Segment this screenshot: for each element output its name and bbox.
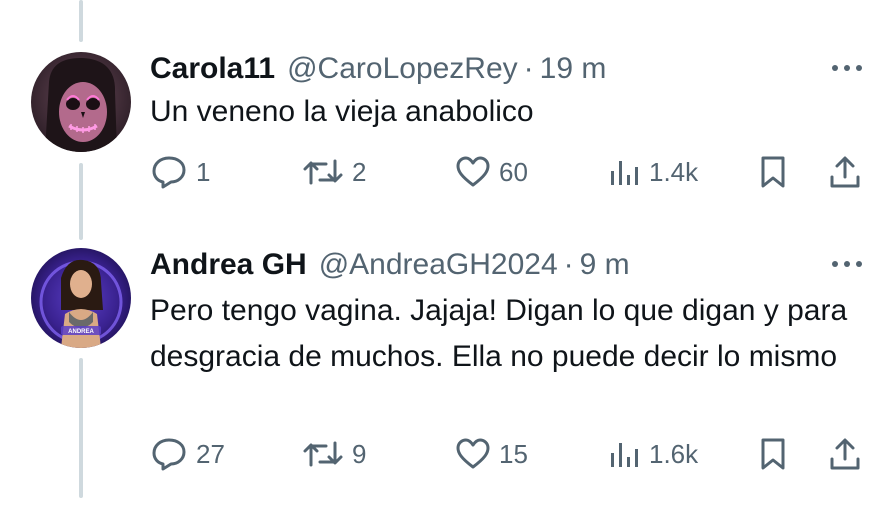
author-handle[interactable]: @AndreaGH2024 (319, 248, 558, 282)
tweet[interactable]: ANDREA Andrea GH @AndreaGH2024 · 9 m Per… (0, 0, 887, 507)
share-icon (830, 438, 860, 470)
views-count: 1.6k (649, 438, 699, 469)
author-name[interactable]: Andrea GH (150, 248, 307, 282)
like-button[interactable]: 15 (455, 432, 528, 476)
woman-portrait-avatar-icon: ANDREA (31, 248, 131, 348)
like-icon (456, 438, 490, 469)
views-button[interactable]: 1.6k (607, 432, 698, 476)
more-button[interactable] (827, 254, 867, 274)
avatar-caption: ANDREA (68, 329, 94, 335)
avatar[interactable]: ANDREA (31, 248, 131, 348)
bookmark-icon (761, 438, 785, 470)
tweet-text: Pero tengo vagina. Jajaja! Digan lo que … (150, 294, 848, 373)
retweet-button[interactable]: 9 (302, 432, 366, 476)
reply-count: 27 (196, 438, 225, 469)
more-icon (832, 261, 862, 267)
timestamp[interactable]: 9 m (580, 248, 630, 282)
share-button[interactable] (828, 432, 862, 476)
separator: · (563, 248, 574, 281)
bookmark-button[interactable] (758, 432, 788, 476)
reply-button[interactable]: 27 (150, 432, 225, 476)
tweet-actions: 27 9 15 1.6k (0, 432, 887, 476)
views-icon (611, 443, 638, 467)
like-count: 15 (499, 438, 528, 469)
retweet-count: 9 (352, 438, 367, 469)
retweet-icon (303, 441, 343, 467)
tweet-header: Andrea GH @AndreaGH2024 · 9 m (150, 248, 630, 282)
reply-icon (152, 438, 186, 471)
